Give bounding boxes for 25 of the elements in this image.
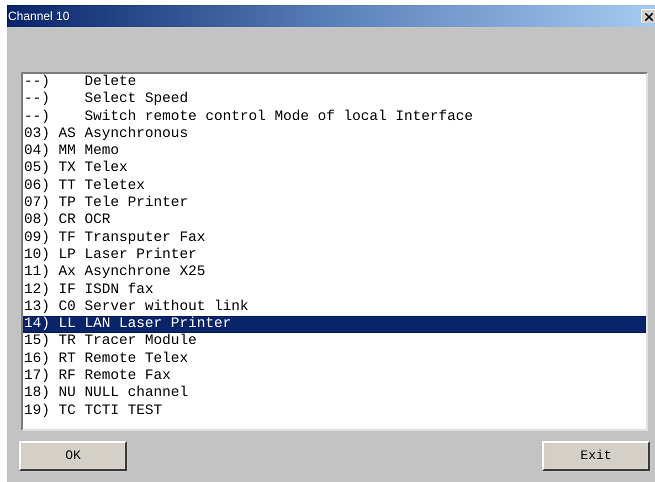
list-item[interactable]: 10) LP Laser Printer — [23, 246, 646, 264]
window-title: Channel 10 — [7, 8, 70, 25]
list-item[interactable]: 06) TT Teletex — [23, 178, 646, 196]
close-icon — [644, 12, 652, 20]
list-item[interactable]: 14) LL LAN Laser Printer — [23, 316, 646, 334]
list-item[interactable]: 12) IF ISDN fax — [23, 282, 646, 299]
list-item[interactable]: 11) Ax Asynchrone X25 — [23, 264, 646, 282]
list-item[interactable]: --) Delete — [23, 74, 646, 92]
list-item[interactable]: 04) MM Memo — [23, 143, 646, 160]
list-item[interactable]: 09) TF Transputer Fax — [23, 230, 646, 247]
list-item[interactable]: 16) RT Remote Telex — [23, 350, 646, 368]
list-item[interactable]: 18) NU NULL channel — [23, 385, 646, 403]
list-item[interactable]: 19) TC TCTI TEST — [23, 402, 646, 420]
list-item[interactable]: 15) TR Tracer Module — [23, 333, 646, 351]
list-item[interactable]: 17) RF Remote Fax — [23, 368, 646, 386]
list-item[interactable]: 13) C0 Server without link — [23, 298, 646, 316]
list-item[interactable]: 08) CR OCR — [23, 212, 646, 230]
dialog-button[interactable]: Exit — [542, 441, 650, 471]
list-item[interactable]: --) Switch remote control Mode of local Interface — [23, 108, 646, 126]
dialog-button[interactable]: OK — [19, 441, 127, 471]
list-item[interactable]: 05) TX Telex — [23, 160, 646, 178]
list-item[interactable]: --) Select Speed — [23, 91, 646, 109]
list-item[interactable]: 07) TP Tele Printer — [23, 195, 646, 212]
list-item[interactable]: 03) AS Asynchronous — [23, 126, 646, 144]
close-button[interactable] — [641, 9, 655, 23]
